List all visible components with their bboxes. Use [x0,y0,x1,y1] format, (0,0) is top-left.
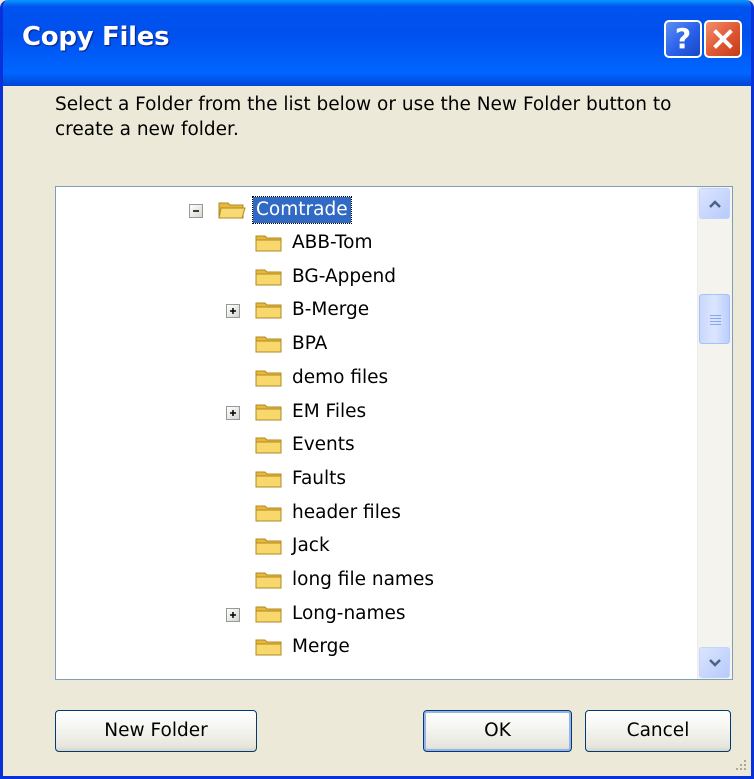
tree-node-label[interactable]: ABB-Tom [289,230,376,256]
tree-node[interactable]: demo files [56,362,696,395]
tree-node[interactable]: Long-names [56,598,696,631]
tree-node[interactable]: BPA [56,328,696,361]
folder-tree[interactable]: Comtrade ABB-Tom BG-Append B-Merge BPA demo … [55,186,733,680]
tree-node[interactable]: Merge [56,631,696,664]
scroll-up-button[interactable] [699,188,730,219]
folder-icon [255,302,282,319]
help-icon: ? [674,22,692,55]
folder-icon [255,437,282,454]
folder-icon [255,572,282,589]
minus-icon[interactable] [189,204,203,218]
resize-grip-icon[interactable] [732,756,748,772]
plus-icon[interactable] [226,405,240,420]
tree-node[interactable]: B-Merge [56,294,696,327]
folder-icon [255,336,282,353]
plus-icon[interactable] [226,607,240,622]
tree-node-label-root[interactable]: Comtrade [252,196,352,224]
title-bar[interactable]: Copy Files ? [3,0,751,86]
folder-icon [255,370,282,387]
scroll-down-button[interactable] [699,647,730,678]
tree-node-label[interactable]: B-Merge [289,297,372,323]
tree-node-label[interactable]: Jack [289,533,333,559]
window-title: Copy Files [22,22,170,52]
folder-open-icon [218,202,246,219]
tree-node-label[interactable]: Faults [289,466,349,492]
chevron-down-icon [709,659,721,667]
folder-icon [255,505,282,522]
tree-node-label[interactable]: long file names [289,567,437,593]
folder-icon [255,269,282,286]
folder-icon [255,404,282,420]
instructions-text: Select a Folder from the list below or u… [55,94,672,140]
close-icon [713,29,733,49]
tree-node[interactable]: Faults [56,463,696,496]
close-button[interactable] [704,20,742,58]
tree-node[interactable]: ABB-Tom [56,227,696,260]
cancel-button[interactable]: Cancel [585,710,731,752]
chevron-up-icon [709,200,721,208]
copy-files-dialog: Copy Files ? Select a Folder from the li… [0,0,754,779]
ok-button[interactable]: OK [423,710,572,752]
tree-node-label[interactable]: demo files [289,365,391,391]
folder-icon [255,639,282,656]
plus-icon[interactable] [226,304,240,319]
folder-icon [255,235,282,252]
tree-node-label[interactable]: EM Files [289,399,369,425]
vertical-scrollbar[interactable] [697,187,732,679]
tree-node-label[interactable]: BG-Append [289,264,399,290]
tree-node[interactable]: BG-Append [56,261,696,294]
tree-node[interactable]: Events [56,429,696,462]
tree-node[interactable]: header files [56,497,696,530]
tree-node-label[interactable]: Merge [289,634,353,660]
tree-node-label[interactable]: BPA [289,331,330,357]
tree-node-label[interactable]: Long-names [289,601,409,627]
tree-node[interactable]: EM Files [56,396,696,429]
tree-node-label[interactable]: Events [289,432,358,458]
new-folder-button[interactable]: New Folder [55,710,257,752]
folder-icon [255,606,282,623]
folder-icon [255,471,282,488]
tree-node-label[interactable]: header files [289,500,404,526]
scroll-thumb[interactable] [699,294,730,344]
tree-node[interactable]: long file names [56,564,696,597]
tree-node-root[interactable]: Comtrade [56,194,696,227]
folder-icon [255,538,282,555]
help-button[interactable]: ? [664,20,702,58]
tree-node[interactable]: Jack [56,530,696,563]
